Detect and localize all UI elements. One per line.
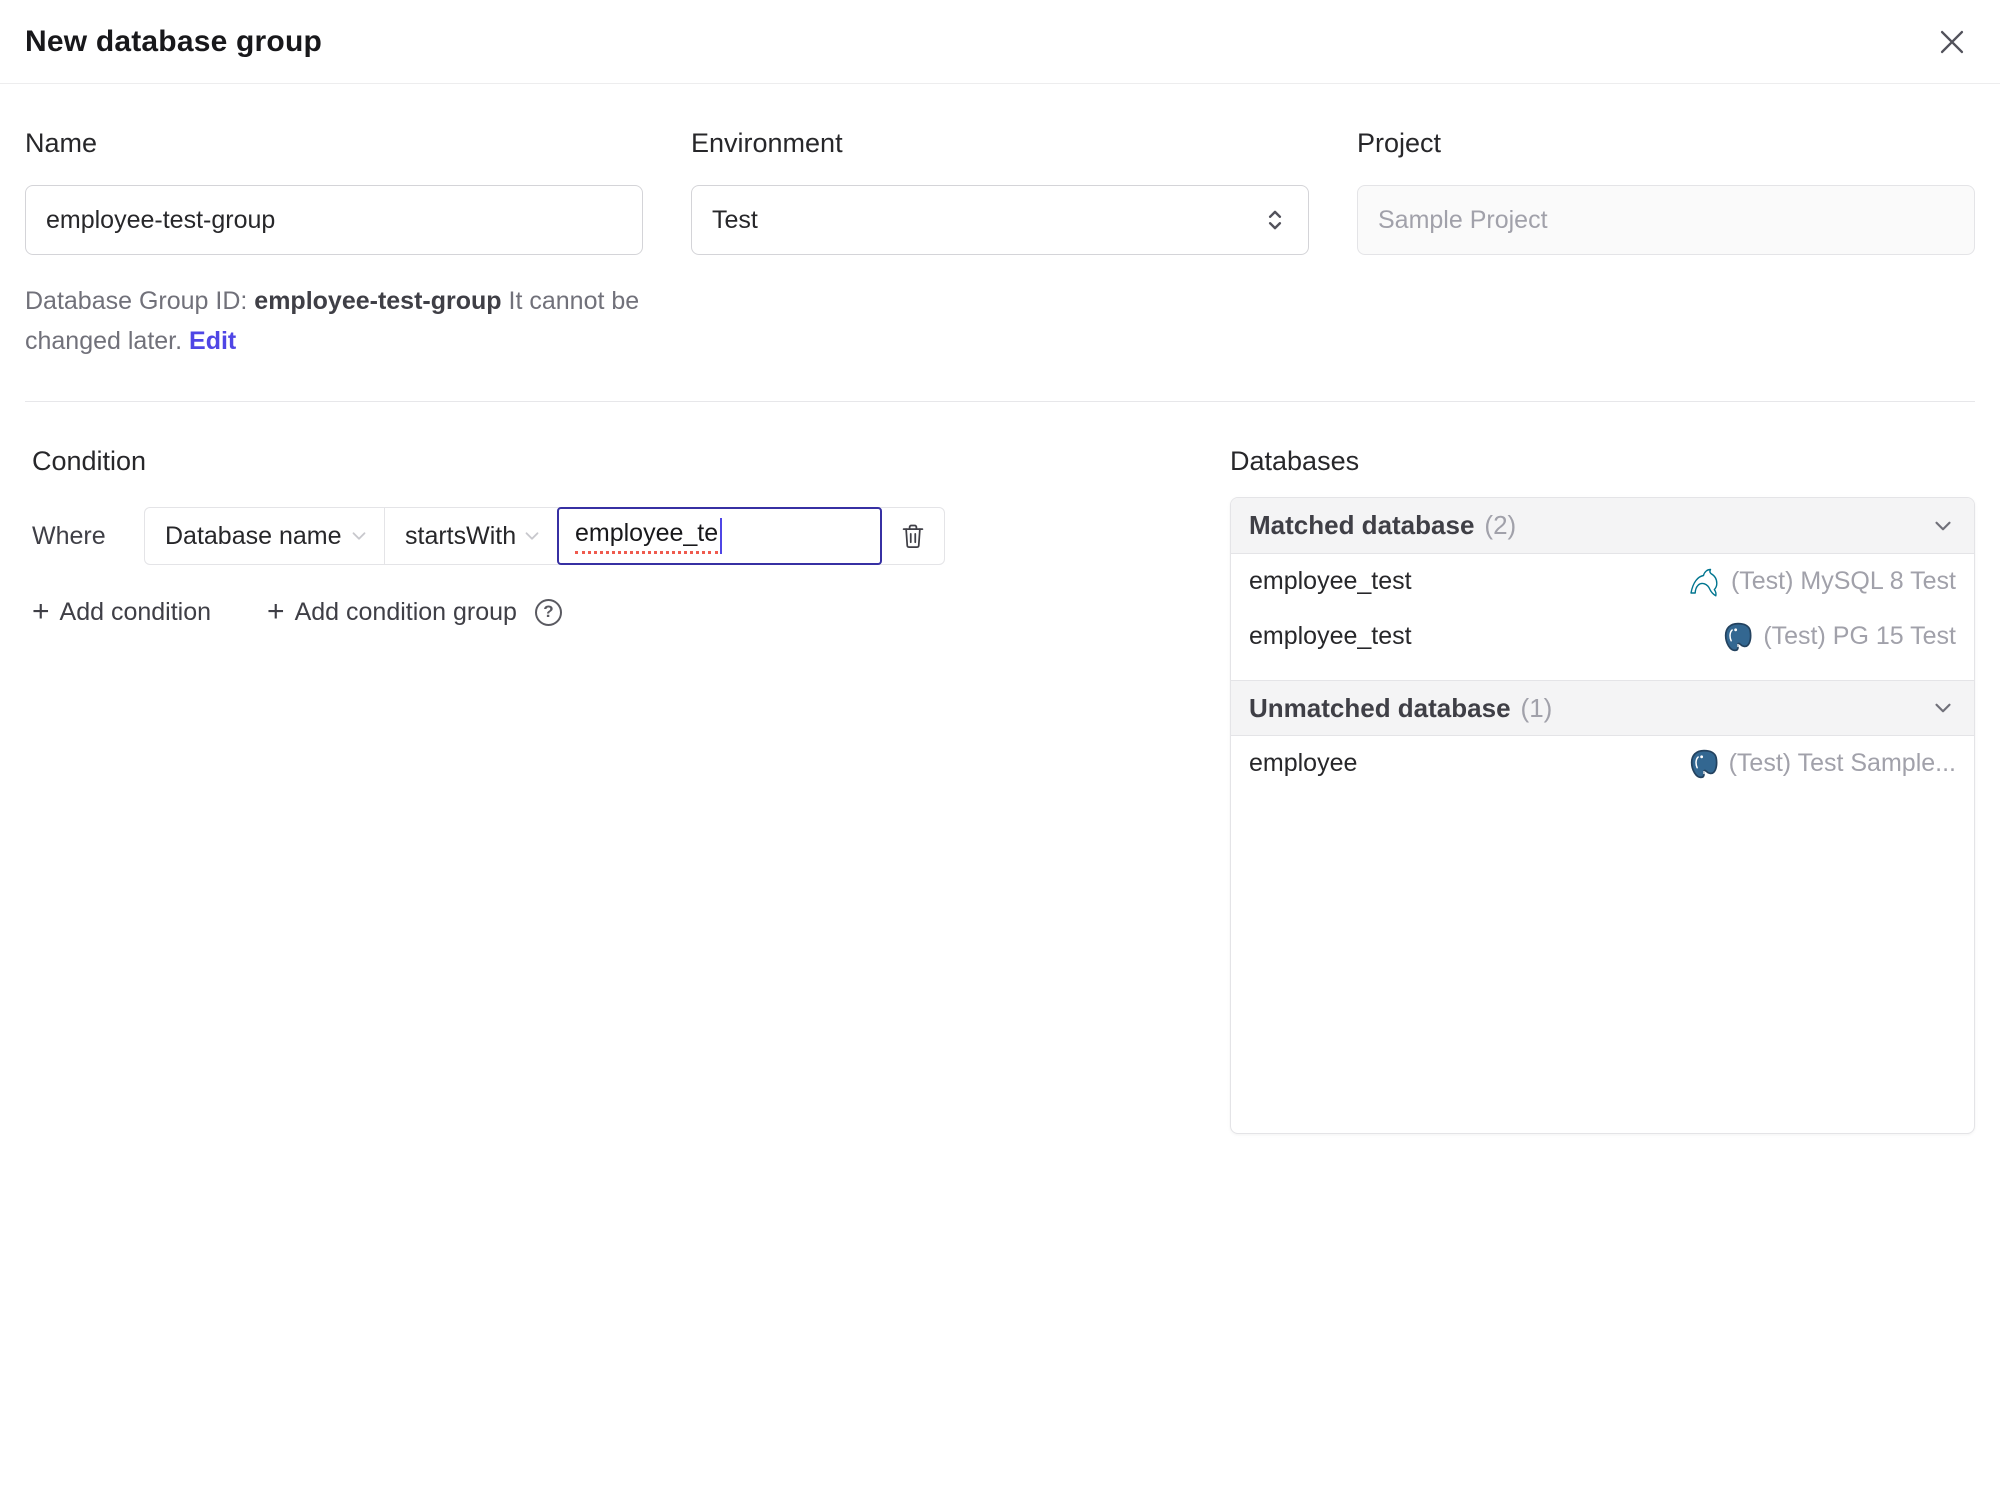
plus-icon: + (32, 595, 50, 628)
environment-selected-value: Test (712, 205, 758, 234)
condition-field-select[interactable]: Database name (145, 508, 385, 564)
chevron-down-icon (348, 525, 370, 547)
page-title: New database group (25, 24, 322, 58)
dialog-header: New database group (0, 0, 2000, 84)
database-name: employee (1249, 749, 1358, 777)
condition-operator-select[interactable]: startsWith (385, 508, 557, 564)
postgres-icon (1689, 749, 1719, 779)
close-icon (1935, 25, 1969, 59)
lower-section: Condition Where Database name startsWith (0, 402, 2000, 1134)
panel-empty-area (1231, 791, 1974, 1133)
add-condition-group-label: Add condition group (294, 597, 517, 626)
project-input[interactable] (1357, 185, 1975, 255)
condition-actions: + Add condition + Add condition group ? (32, 597, 1230, 627)
unmatched-database-label: Unmatched database (1249, 692, 1511, 723)
close-button[interactable] (1932, 22, 1972, 62)
condition-value-text: employee_te (575, 519, 719, 554)
postgres-icon (1723, 622, 1753, 652)
add-condition-label: Add condition (59, 597, 212, 626)
environment-label: Environment (691, 128, 843, 158)
project-field-group: Project (1357, 128, 1975, 361)
unmatched-database-count: (1) (1520, 692, 1553, 723)
condition-operator-value: startsWith (405, 521, 517, 550)
matched-database-label: Matched database (1249, 510, 1475, 540)
environment-select[interactable]: Test (691, 185, 1309, 255)
unmatched-database-header[interactable]: Unmatched database (1) (1231, 680, 1974, 736)
matched-database-header[interactable]: Matched database (2) (1231, 498, 1974, 554)
unmatched-database-rows: employee (Test) Test Sample... (1231, 736, 1974, 791)
form-row: Name Database Group ID: employee-test-gr… (0, 84, 2000, 361)
database-row: employee_test (Test) PG 15 Test (1231, 609, 1974, 664)
mysql-icon (1687, 567, 1721, 597)
database-instance: (Test) Test Sample... (1689, 749, 1956, 779)
database-name: employee_test (1249, 622, 1412, 650)
databases-panel: Matched database (2) employee_test (Test… (1230, 497, 1975, 1134)
chevron-down-icon (1930, 513, 1956, 539)
condition-expression-group: Database name startsWith employee_te (144, 507, 945, 565)
database-instance: (Test) PG 15 Test (1723, 622, 1956, 652)
condition-heading: Condition (32, 446, 147, 476)
trash-icon (898, 521, 928, 551)
matched-database-count: (2) (1484, 510, 1517, 540)
chevron-down-icon (1930, 695, 1956, 721)
delete-condition-button[interactable] (882, 508, 944, 564)
database-name: employee_test (1249, 567, 1412, 595)
chevron-down-icon (521, 525, 543, 547)
project-label: Project (1357, 128, 1442, 158)
database-instance-label: (Test) MySQL 8 Test (1730, 567, 1956, 595)
help-icon[interactable]: ? (534, 598, 562, 626)
database-instance-label: (Test) Test Sample... (1728, 749, 1956, 777)
add-condition-button[interactable]: + Add condition (32, 597, 211, 627)
name-label: Name (25, 128, 98, 158)
condition-value-input[interactable]: employee_te (557, 507, 882, 565)
name-field-group: Name Database Group ID: employee-test-gr… (25, 128, 643, 361)
id-note-prefix: Database Group ID: (25, 287, 248, 315)
database-row: employee_test (Test) MySQL 8 Test (1231, 554, 1974, 609)
condition-section: Condition Where Database name startsWith (25, 446, 1230, 627)
environment-field-group: Environment Test (691, 128, 1309, 361)
add-condition-group-button[interactable]: + Add condition group ? (267, 597, 562, 627)
database-instance-label: (Test) PG 15 Test (1763, 622, 1956, 650)
database-group-id-note: Database Group ID: employee-test-group I… (25, 281, 643, 361)
chevron-up-down-icon (1262, 207, 1288, 233)
matched-database-rows: employee_test (Test) MySQL 8 Test employ… (1231, 554, 1974, 680)
name-input[interactable] (25, 185, 643, 255)
condition-row: Where Database name startsWith employee_… (32, 507, 1230, 565)
text-cursor (720, 518, 723, 554)
databases-section: Databases Matched database (2) employee_… (1230, 446, 1975, 1134)
condition-field-value: Database name (165, 521, 342, 550)
database-row: employee (Test) Test Sample... (1231, 736, 1974, 791)
databases-heading: Databases (1230, 446, 1360, 476)
database-instance: (Test) MySQL 8 Test (1687, 567, 1956, 597)
edit-id-link[interactable]: Edit (189, 327, 236, 355)
where-label: Where (32, 521, 106, 550)
plus-icon: + (267, 595, 285, 628)
id-note-value: employee-test-group (254, 287, 502, 315)
